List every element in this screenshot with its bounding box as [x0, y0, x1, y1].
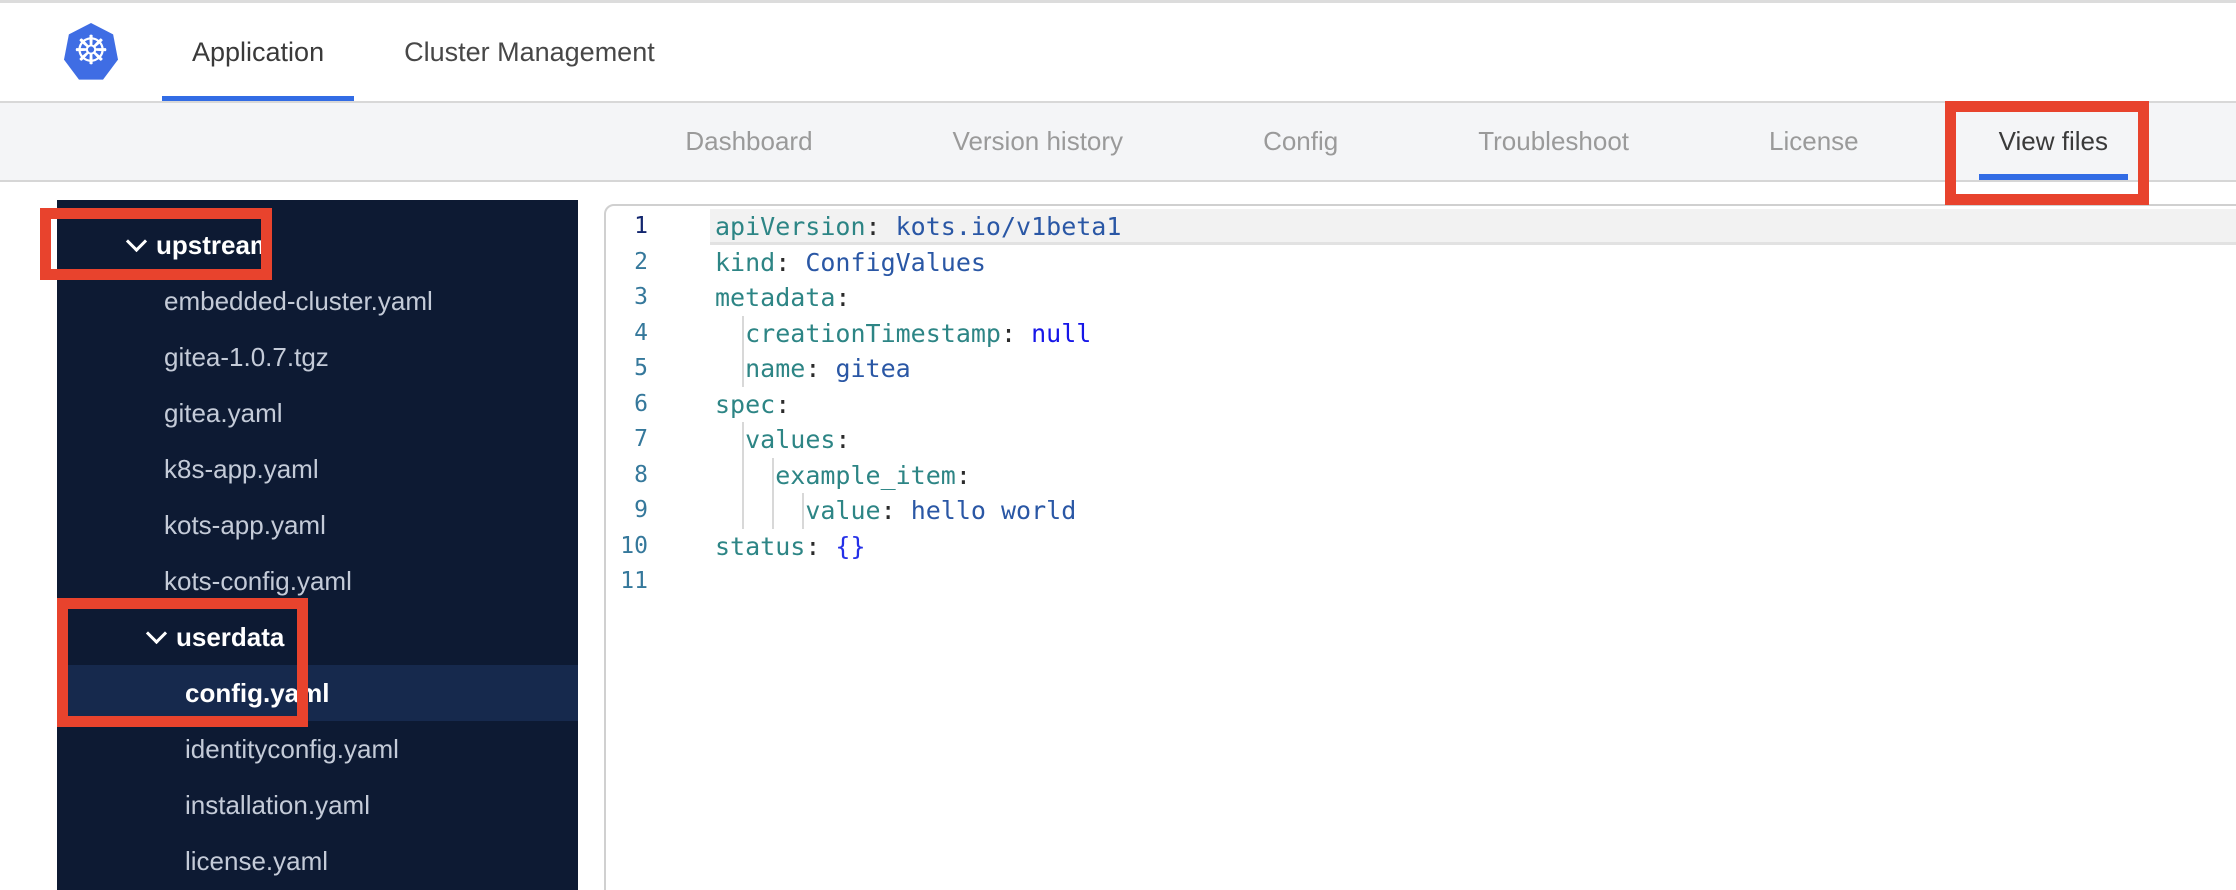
code-text: apiVersion: kots.io/v1beta1: [715, 212, 1122, 241]
tree-item-label: gitea.yaml: [164, 397, 283, 428]
tree-file-gitea-1-0-7-tgz[interactable]: gitea-1.0.7.tgz: [57, 329, 578, 385]
nav-item-label: License: [1769, 126, 1859, 156]
tree-item-label: identityconfig.yaml: [185, 733, 399, 764]
tree-folder-upstream[interactable]: upstream: [57, 217, 578, 273]
kubernetes-logo-icon: ☸: [64, 23, 118, 80]
tree-item-label: kots-app.yaml: [164, 509, 326, 540]
file-viewer-editor[interactable]: 1 2 3 4 5 6 7 8 9 10 11 apiVersion: kots.io/v1beta…: [604, 204, 2236, 890]
tree-file-kots-app-yaml[interactable]: kots-app.yaml: [57, 497, 578, 553]
nav-item-license[interactable]: License: [1769, 103, 1859, 180]
tree-file-gitea-yaml[interactable]: gitea.yaml: [57, 385, 578, 441]
nav-item-label: Dashboard: [685, 126, 813, 156]
code-line-4[interactable]: creationTimestamp: null: [606, 315, 2236, 351]
tree-file-identityconfig-yaml[interactable]: identityconfig.yaml: [57, 721, 578, 777]
code-line-7[interactable]: values:: [606, 422, 2236, 458]
code-text: name: gitea: [745, 354, 911, 383]
code-text: spec:: [715, 389, 791, 419]
code-text: value: hello world: [805, 496, 1077, 525]
tree-item-label: k8s-app.yaml: [164, 453, 319, 484]
code-line-6[interactable]: spec:: [606, 387, 2236, 423]
code-text: values:: [745, 425, 851, 454]
tree-file-k8s-app-yaml[interactable]: k8s-app.yaml: [57, 441, 578, 497]
top-tab-application[interactable]: Application: [162, 3, 355, 101]
code-line-10[interactable]: status: {}: [606, 529, 2236, 565]
tree-item-label: gitea-1.0.7.tgz: [164, 341, 329, 372]
tree-file-embedded-cluster-yaml[interactable]: embedded-cluster.yaml: [57, 273, 578, 329]
nav-item-troubleshoot[interactable]: Troubleshoot: [1478, 103, 1629, 180]
code-line-11[interactable]: [606, 564, 2236, 600]
top-tab-cluster-management[interactable]: Cluster Management: [374, 3, 685, 101]
nav-item-version-history[interactable]: Version history: [953, 103, 1124, 180]
tree-item-label: userdata: [176, 621, 285, 652]
app-nav-bar: Dashboard Version history Config Troublesho…: [0, 103, 2236, 182]
code-text: metadata:: [715, 283, 851, 312]
nav-item-view-files[interactable]: View files: [1978, 103, 2129, 180]
code-line-5[interactable]: name: gitea: [606, 351, 2236, 387]
tree-folder-userdata[interactable]: userdata: [57, 609, 578, 665]
tree-item-label: kots-config.yaml: [164, 565, 352, 596]
code-line-1[interactable]: apiVersion: kots.io/v1beta1: [606, 209, 2236, 245]
tree-file-config-yaml[interactable]: config.yaml: [57, 665, 578, 721]
nav-item-dashboard[interactable]: Dashboard: [685, 103, 812, 180]
tree-item-label: embedded-cluster.yaml: [164, 285, 433, 316]
helm-wheel-glyph: ☸: [73, 29, 109, 73]
top-bar: ☸ Application Cluster Management: [0, 3, 2236, 103]
chevron-down-icon: [125, 230, 148, 253]
nav-item-label: Config: [1263, 126, 1339, 156]
code-text: status: {}: [715, 531, 866, 561]
code-line-8[interactable]: example_item:: [606, 457, 2236, 493]
tree-item-label: upstream: [156, 229, 274, 260]
tree-file-license-yaml[interactable]: license.yaml: [57, 833, 578, 889]
nav-item-label: View files: [1998, 126, 2108, 156]
code-text: kind: ConfigValues: [715, 247, 986, 277]
nav-item-label: Version history: [952, 126, 1124, 156]
kots-admin-console: ☸ Application Cluster Management Dashboar…: [0, 0, 2236, 890]
top-tab-label: Cluster Management: [404, 36, 655, 67]
nav-item-label: Troubleshoot: [1478, 126, 1630, 156]
tree-item-label: installation.yaml: [185, 789, 370, 820]
code-text: creationTimestamp: null: [745, 318, 1092, 348]
tree-item-label: license.yaml: [185, 845, 329, 876]
chevron-down-icon: [145, 622, 168, 645]
tree-item-label: config.yaml: [185, 677, 330, 708]
tree-file-kots-config-yaml[interactable]: kots-config.yaml: [57, 553, 578, 609]
file-tree-sidebar: upstream embedded-cluster.yaml gitea-1.0.7…: [57, 200, 578, 890]
code-line-2[interactable]: kind: ConfigValues: [606, 245, 2236, 281]
top-tab-bar: Application Cluster Management: [162, 3, 685, 101]
code-line-9[interactable]: value: hello world: [606, 493, 2236, 529]
code-line-3[interactable]: metadata:: [606, 280, 2236, 316]
nav-item-config[interactable]: Config: [1263, 103, 1338, 180]
tree-file-installation-yaml[interactable]: installation.yaml: [57, 777, 578, 833]
code-text: example_item:: [775, 460, 971, 490]
top-tab-label: Application: [192, 36, 325, 67]
